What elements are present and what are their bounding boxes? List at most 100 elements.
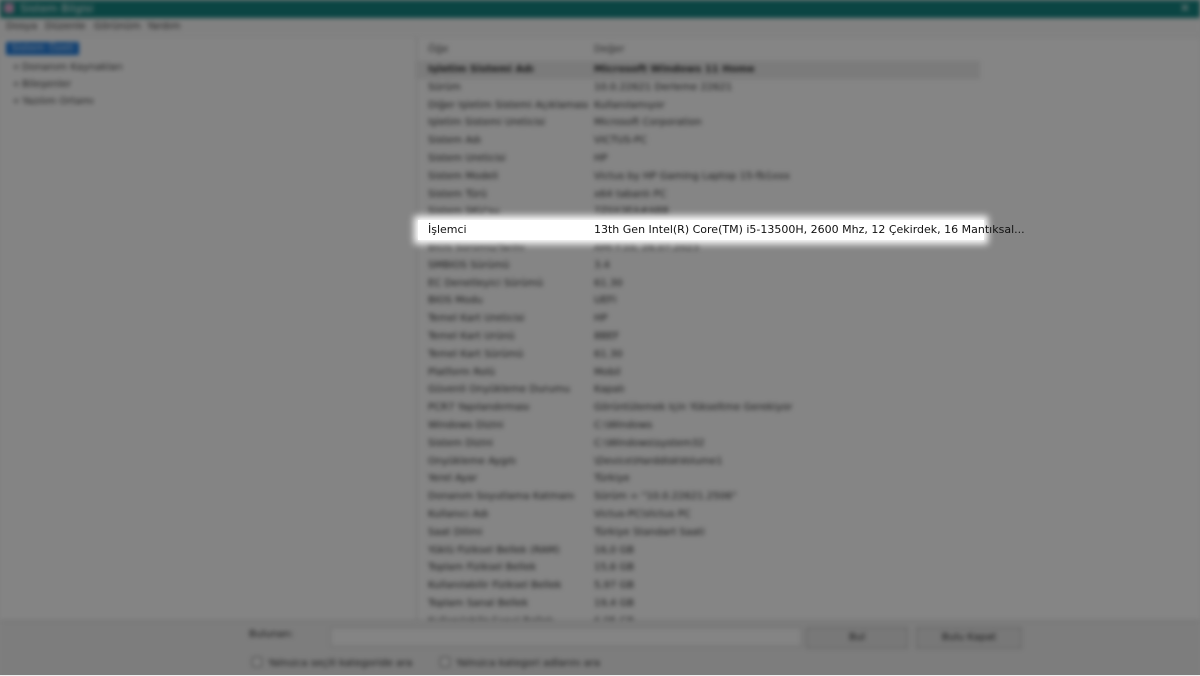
app-icon [4, 3, 14, 13]
row-value: Türkiye [594, 473, 630, 485]
find-button[interactable]: Bul [806, 627, 908, 649]
row-key: SMBIOS Sürümü [428, 259, 510, 271]
window-title: Sistem Bilgisi [20, 2, 94, 15]
row-key: Önyükleme Aygıtı [428, 455, 517, 467]
table-row[interactable]: BIOS Modu UEFI [418, 292, 980, 310]
row-key: Güvenli Önyükleme Durumu [428, 384, 571, 396]
row-value: Türkiye Standart Saati [594, 526, 705, 538]
tree-item-hardware[interactable]: + Donanım Kaynakları [12, 62, 123, 73]
find-label: Bulunan: [249, 629, 294, 640]
menu-help[interactable]: Yardım [147, 21, 181, 32]
row-key: Windows Dizini [428, 420, 504, 431]
row-value: 16,0 GB [594, 544, 635, 556]
row-key: Sistem SKU'su [428, 206, 500, 218]
table-row[interactable]: Kullanılabilir Fiziksel Bellek 5,97 GB [418, 577, 980, 595]
checkbox-selected-category[interactable]: Yalnızca seçili kategoride ara [252, 657, 412, 669]
column-header-value[interactable]: Değer [594, 44, 624, 55]
table-row[interactable]: Sistem Dizini C:\Windows\system32 [418, 435, 980, 453]
highlighted-row-processor[interactable]: İşlemci 13th Gen Intel(R) Core(TM) i5-13… [418, 220, 1025, 240]
menu-bar: Dosya Düzenle Görünüm Yardım [0, 18, 1200, 36]
table-row[interactable]: SMBIOS Sürümü 3.4 [418, 257, 980, 275]
column-header-item[interactable]: Öğe [428, 44, 448, 55]
row-key: BIOS Modu [428, 295, 483, 307]
table-row[interactable]: Temel Kart Üreticisi HP [418, 310, 980, 328]
row-value: 19,4 GB [594, 598, 635, 609]
expand-icon[interactable]: + [12, 62, 22, 73]
table-row[interactable]: Sürüm 10.0.22621 Derleme 22621 [418, 79, 980, 97]
row-key: BIOS Sürümü/Tarihi [428, 242, 525, 253]
table-row[interactable]: Sistem Modeli Victus by HP Gaming Laptop … [418, 168, 980, 186]
processor-key: İşlemci [428, 223, 467, 236]
table-row[interactable]: Saat Dilimi Türkiye Standart Saati [418, 524, 980, 542]
row-value: 7Z0X3EA#ABB [594, 206, 669, 218]
row-key: Temel Kart Sürümü [428, 348, 524, 360]
row-value: x64 tabanlı PC [594, 188, 667, 200]
row-key: Toplam Sanal Bellek [428, 598, 529, 609]
table-row[interactable]: Kullanıcı Adı Victus-PC\Victus PC [418, 506, 980, 524]
row-key: Sistem Dizini [428, 437, 493, 449]
row-value: Microsoft Corporation [594, 117, 702, 129]
table-row[interactable]: Güvenli Önyükleme Durumu Kapalı [418, 381, 980, 399]
table-row[interactable]: Sistem Adı VICTUS-PC [418, 132, 980, 150]
checkbox-category-names[interactable]: Yalnızca kategori adlarını ara [440, 657, 600, 669]
close-icon[interactable]: ✕ [1180, 1, 1190, 15]
table-row[interactable]: Sistem Türü x64 tabanlı PC [418, 186, 980, 204]
row-key: PCR7 Yapılandırması [428, 402, 530, 414]
row-key: EC Denetleyici Sürümü [428, 277, 544, 289]
row-value: AMI F.10, 26.07.2023 [594, 242, 700, 253]
menu-edit[interactable]: Düzenle [45, 21, 86, 32]
expand-icon[interactable]: + [12, 79, 22, 90]
table-row[interactable]: Windows Dizini C:\Windows [418, 417, 980, 435]
table-row[interactable]: İşletim Sistemi Adı Microsoft Windows 11 … [418, 61, 980, 79]
expand-icon[interactable]: + [12, 96, 22, 107]
row-value: 10.0.22621 Derleme 22621 [594, 81, 733, 93]
table-row[interactable]: Sistem SKU'su 7Z0X3EA#ABB [418, 203, 980, 221]
row-value: \Device\HarddiskVolume1 [594, 455, 723, 467]
row-key: Sistem Üreticisi [428, 153, 506, 164]
row-value: C:\Windows [594, 420, 653, 431]
row-value: Mobil [594, 366, 621, 378]
row-value: Kullanılamıyor [594, 99, 665, 111]
row-value: 8BEF [594, 331, 620, 342]
row-value: 3.4 [594, 259, 610, 271]
row-key: Temel Kart Ürünü [428, 331, 515, 342]
table-row[interactable]: Sistem Üreticisi HP [418, 150, 980, 168]
find-input[interactable] [330, 627, 802, 647]
row-key: Saat Dilimi [428, 526, 483, 538]
table-row[interactable]: İşletim Sistemi Üreticisi Microsoft Corpo… [418, 114, 980, 132]
checkbox-icon[interactable] [252, 657, 262, 667]
close-find-button[interactable]: Bulu Kapat [916, 627, 1022, 649]
table-row[interactable]: Donanım Soyutlama Katmanı Sürüm = "10.0.2… [418, 488, 980, 506]
table-row[interactable]: BIOS Sürümü/Tarihi AMI F.10, 26.07.2023 [418, 239, 980, 257]
table-row[interactable]: Platform Rolü Mobil [418, 364, 980, 382]
tree-item-components[interactable]: + Bileşenler [12, 79, 71, 90]
table-row[interactable]: Diğer İşletim Sistemi Açıklaması Kullanıl… [418, 97, 980, 115]
table-row[interactable]: Önyükleme Aygıtı \Device\HarddiskVolume1 [418, 453, 980, 471]
row-key: Yerel Ayar [428, 473, 478, 485]
row-key: Sistem Modeli [428, 170, 499, 182]
row-key: Platform Rolü [428, 366, 496, 378]
app-window: Sistem Bilgisi ✕ Dosya Düzenle Görünüm Y… [0, 0, 1200, 676]
row-value: 15,6 GB [594, 562, 635, 574]
table-row[interactable]: Toplam Fiziksel Bellek 15,6 GB [418, 559, 980, 577]
row-key: Toplam Fiziksel Bellek [428, 562, 537, 574]
tree-item-system-summary[interactable]: Sistem Özeti [6, 42, 80, 55]
menu-view[interactable]: Görünüm [94, 21, 141, 32]
table-row[interactable]: Temel Kart Ürünü 8BEF [418, 328, 980, 346]
menu-file[interactable]: Dosya [6, 21, 37, 32]
table-row[interactable]: Yüklü Fiziksel Bellek (RAM) 16,0 GB [418, 542, 980, 560]
table-row[interactable]: Toplam Sanal Bellek 19,4 GB [418, 595, 980, 613]
table-row[interactable]: Yerel Ayar Türkiye [418, 470, 980, 488]
row-value: Kapalı [594, 384, 625, 396]
checkbox-icon[interactable] [440, 657, 450, 667]
tree-item-software[interactable]: + Yazılım Ortamı [12, 96, 94, 107]
row-value: C:\Windows\system32 [594, 437, 705, 449]
row-key: Kullanılabilir Fiziksel Bellek [428, 580, 562, 592]
row-key: Kullanıcı Adı [428, 509, 489, 520]
row-value: Microsoft Windows 11 Home [594, 64, 755, 75]
row-key: Temel Kart Üreticisi [428, 313, 525, 325]
table-row[interactable]: EC Denetleyici Sürümü 61.30 [418, 275, 980, 293]
row-key: Sürüm [428, 81, 461, 93]
table-row[interactable]: Temel Kart Sürümü 61.30 [418, 346, 980, 364]
table-row[interactable]: PCR7 Yapılandırması Görüntülemek İçin Yük… [418, 399, 980, 417]
